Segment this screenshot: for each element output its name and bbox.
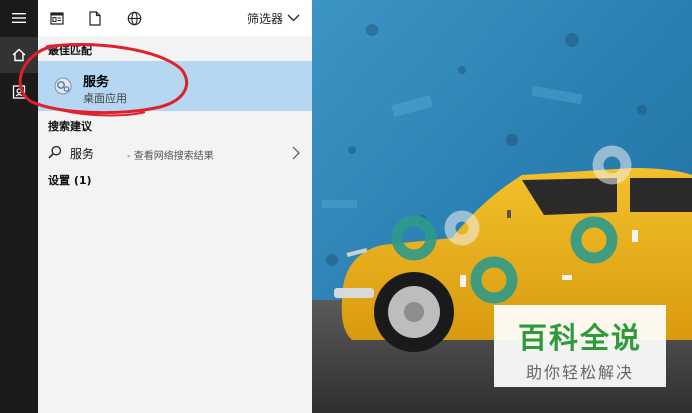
- documents-filter-button[interactable]: [84, 7, 106, 29]
- best-match-result[interactable]: 服务 桌面应用: [38, 61, 312, 111]
- suggestion-description: - 查看网络搜索结果: [127, 151, 214, 162]
- suggestions-heading: 搜索建议: [48, 120, 92, 133]
- search-icon: [48, 145, 62, 159]
- watermark-subtitle: 助你轻松解决: [525, 363, 634, 382]
- apps-filter-button[interactable]: [46, 7, 68, 29]
- services-gear-icon: [54, 77, 72, 95]
- watermark-title: 百科全说: [517, 321, 642, 355]
- chevron-down-icon: [287, 14, 300, 22]
- document-icon: [12, 85, 26, 99]
- web-suggestion-item[interactable]: 服务 - 查看网络搜索结果: [38, 140, 312, 166]
- globe-icon: [127, 11, 141, 25]
- home-button[interactable]: [0, 37, 38, 73]
- web-filter-button[interactable]: [123, 7, 145, 29]
- suggestion-term: 服务: [70, 147, 95, 161]
- settings-heading[interactable]: 设置 (1): [48, 172, 92, 188]
- watermark-badge: 百科全说 助你轻松解决: [494, 305, 666, 387]
- file-icon: [89, 10, 101, 26]
- search-toolbar: 筛选器: [38, 0, 312, 36]
- left-rail: [0, 0, 38, 413]
- search-results-panel: 筛选器 最佳匹配 服务 桌面应用 搜索建议 服务 - 查看网络搜索结果 设置 (…: [38, 0, 312, 413]
- hamburger-icon: [12, 13, 26, 23]
- chevron-right-icon: [292, 146, 300, 160]
- result-subtitle: 桌面应用: [83, 92, 127, 105]
- app-window-icon: [50, 11, 64, 25]
- best-match-heading: 最佳匹配: [48, 44, 92, 57]
- documents-button[interactable]: [0, 74, 38, 110]
- hamburger-menu-button[interactable]: [0, 0, 38, 36]
- home-icon: [12, 48, 26, 62]
- filter-dropdown[interactable]: 筛选器: [247, 8, 300, 28]
- result-title: 服务: [83, 75, 110, 90]
- filter-label: 筛选器: [246, 11, 283, 26]
